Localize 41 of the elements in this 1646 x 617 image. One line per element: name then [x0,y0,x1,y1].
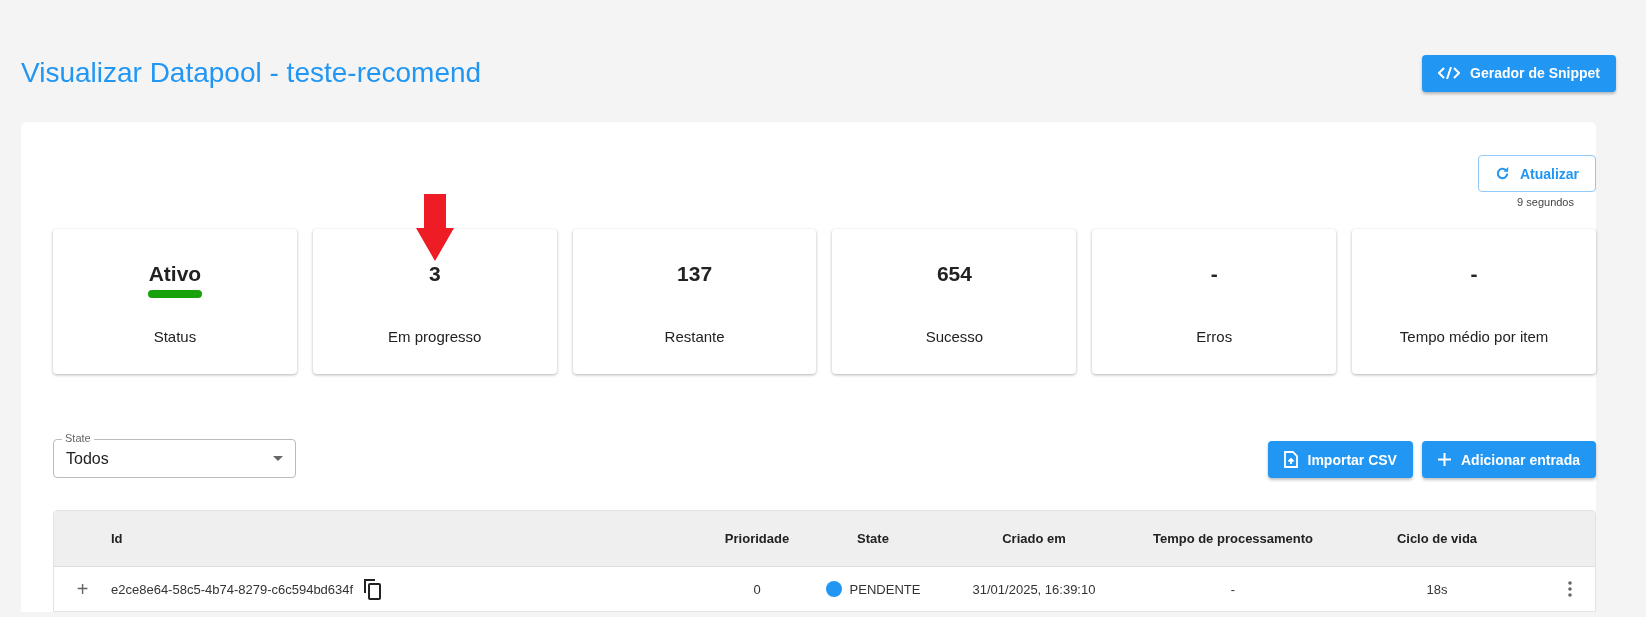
plus-icon [1437,453,1451,466]
stat-label: Erros [1196,328,1233,345]
refresh-button[interactable]: Atualizar [1477,155,1596,192]
field-label: State [62,432,94,445]
stat-value: 654 [936,262,972,286]
table-cell: e2ce8e64-58c5-4b74-8279-c6c594bd634f [111,581,354,597]
import-csv-button[interactable]: Importar CSV [1267,441,1413,478]
refresh-interval: 9 segundos [1517,196,1574,208]
select-value: Todos [66,449,109,468]
copy-icon[interactable] [363,578,382,600]
column-header: Ciclo de vida [1395,531,1479,546]
stat-value: 3 [428,262,441,286]
column-header: Tempo de processamento [1151,531,1315,546]
stat-label: Restante [664,328,725,345]
table-cell-text: 18s [1425,581,1449,597]
stat-value: Ativo [148,262,202,286]
add-entry-button[interactable]: Adicionar entrada [1421,441,1596,478]
column-header: Id [111,531,124,546]
stat-label: Tempo médio por item [1399,328,1549,345]
stat-label: Sucesso [925,328,984,345]
refresh-icon [1494,166,1510,181]
stat-label: Status [153,328,197,345]
more-options-icon[interactable] [1568,581,1572,597]
file-upload-icon [1283,451,1298,468]
table-cell: PENDENTE [849,581,921,597]
column-header: Criado em [1001,531,1067,546]
table-cell-text: 31/01/2025, 16:39:10 [971,581,1097,597]
expand-toggle[interactable]: + [54,576,111,602]
dropdown-icon [273,456,283,461]
stat-label: Em progresso [388,328,482,345]
stat-value: 137 [677,262,713,286]
snippet-generator-button[interactable]: Gerador de Snippet [1422,54,1616,92]
stat-value: - [1470,262,1478,286]
stat-value: - [1210,262,1218,286]
column-header: State [856,531,890,546]
page-title: Visualizar Datapool - teste-recomend [21,57,482,89]
table-cell-text: - [1229,581,1237,597]
column-header: Prioridade [723,531,791,546]
arrow-annotation [416,194,454,261]
table-cell-text: 0 [752,581,762,597]
code-icon [1438,67,1461,79]
